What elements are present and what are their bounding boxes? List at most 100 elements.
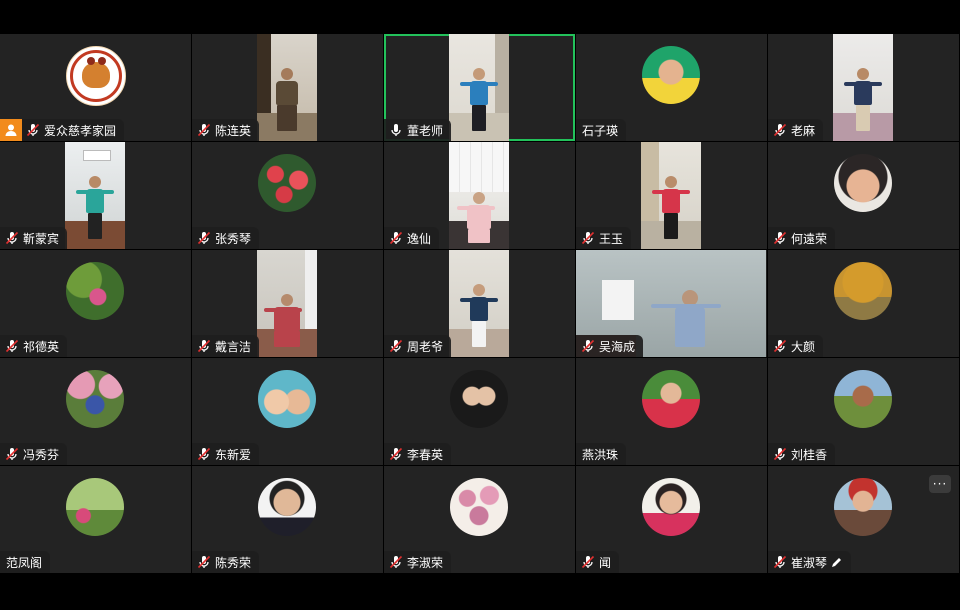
participant-avatar xyxy=(258,478,316,536)
participant-tile[interactable]: 戴言洁 xyxy=(192,250,383,357)
pencil-icon[interactable] xyxy=(831,556,843,568)
participant-label: 老麻 xyxy=(768,119,824,141)
participant-tile[interactable]: 东新爱 xyxy=(192,358,383,465)
participant-avatar xyxy=(66,262,124,320)
participant-name: 逸仙 xyxy=(407,231,432,246)
participant-avatar xyxy=(834,262,892,320)
participant-tile[interactable]: 大颜 xyxy=(768,250,959,357)
participant-label: 刘桂香 xyxy=(768,443,836,465)
participant-tile[interactable]: 范凤阁 xyxy=(0,466,191,573)
mic-muted-icon xyxy=(197,447,211,461)
participant-avatar xyxy=(642,370,700,428)
video-feed xyxy=(833,34,893,141)
video-feed xyxy=(449,34,509,141)
participant-avatar xyxy=(450,478,508,536)
participant-tile[interactable]: 燕洪珠 xyxy=(576,358,767,465)
participant-label: 周老爷 xyxy=(384,335,452,357)
mic-muted-icon xyxy=(773,231,787,245)
participant-name: 王玉 xyxy=(599,231,624,246)
participant-tile[interactable]: 李春英 xyxy=(384,358,575,465)
mic-muted-icon xyxy=(389,447,403,461)
participant-tile[interactable]: 李淑荣 xyxy=(384,466,575,573)
more-options-button[interactable]: ··· xyxy=(929,475,951,493)
participant-tile[interactable]: ··· 崔淑琴 xyxy=(768,466,959,573)
participant-tile[interactable]: 刘桂香 xyxy=(768,358,959,465)
participant-name: 李春英 xyxy=(407,447,444,462)
participant-label: 崔淑琴 xyxy=(768,551,852,573)
mic-muted-icon xyxy=(389,555,403,569)
top-bar xyxy=(0,0,960,34)
video-feed xyxy=(449,142,509,249)
video-feed xyxy=(641,142,701,249)
participant-avatar xyxy=(258,370,316,428)
participant-name: 陈秀荣 xyxy=(215,555,252,570)
bottom-bar xyxy=(0,575,960,610)
participant-name: 石子瑛 xyxy=(582,123,619,138)
participant-tile-active-speaker[interactable]: 董老师 xyxy=(384,34,575,141)
participant-label: 李淑荣 xyxy=(384,551,452,573)
participant-label: 冯秀芬 xyxy=(0,443,68,465)
participant-name: 李淑荣 xyxy=(407,555,444,570)
participant-label: 吴海成 xyxy=(576,335,644,357)
participant-label: 爱众慈孝家园 xyxy=(0,119,125,141)
participant-label: 戴言洁 xyxy=(192,335,260,357)
participant-name: 冯秀芬 xyxy=(23,447,60,462)
participant-tile[interactable]: 靳蒙宾 xyxy=(0,142,191,249)
mic-muted-icon xyxy=(773,339,787,353)
participant-avatar xyxy=(834,478,892,536)
participant-label: 石子瑛 xyxy=(576,119,627,141)
mic-muted-icon xyxy=(773,447,787,461)
participant-avatar xyxy=(642,478,700,536)
mic-muted-icon xyxy=(581,555,595,569)
video-feed xyxy=(65,142,125,249)
person-icon xyxy=(0,119,22,141)
participant-label: 张秀琴 xyxy=(192,227,260,249)
participant-tile[interactable]: 祁德英 xyxy=(0,250,191,357)
video-feed xyxy=(449,250,509,357)
video-feed xyxy=(257,34,317,141)
participant-tile[interactable]: 张秀琴 xyxy=(192,142,383,249)
participant-tile[interactable]: 闻 xyxy=(576,466,767,573)
participant-tile[interactable]: 爱众慈孝家园 xyxy=(0,34,191,141)
participant-label: 东新爱 xyxy=(192,443,260,465)
participant-avatar xyxy=(258,154,316,212)
participant-name: 崔淑琴 xyxy=(791,555,828,570)
participant-avatar xyxy=(642,46,700,104)
participant-label: 逸仙 xyxy=(384,227,440,249)
mic-muted-icon xyxy=(581,339,595,353)
participant-tile[interactable]: 周老爷 xyxy=(384,250,575,357)
participant-tile[interactable]: 石子瑛 xyxy=(576,34,767,141)
participant-tile[interactable]: 冯秀芬 xyxy=(0,358,191,465)
mic-muted-icon xyxy=(773,123,787,137)
mic-muted-icon xyxy=(26,123,40,137)
participant-avatar xyxy=(834,370,892,428)
participant-tile[interactable]: 何遠荣 xyxy=(768,142,959,249)
participant-label: 祁德英 xyxy=(0,335,68,357)
participant-label: 范凤阁 xyxy=(0,551,51,573)
participant-name: 靳蒙宾 xyxy=(23,231,60,246)
participant-name: 董老师 xyxy=(407,123,444,138)
participant-tile[interactable]: 老麻 xyxy=(768,34,959,141)
participant-tile[interactable]: 陈连英 xyxy=(192,34,383,141)
participant-avatar xyxy=(66,370,124,428)
mic-muted-icon xyxy=(197,339,211,353)
org-logo xyxy=(66,46,126,106)
participant-name: 老麻 xyxy=(791,123,816,138)
participant-tile[interactable]: 吴海成 xyxy=(576,250,767,357)
participant-grid: 爱众慈孝家园 陈连英 董老师 石子瑛 老麻 靳蒙宾 张秀琴 逸仙 王玉 何遠荣 … xyxy=(0,34,960,575)
participant-tile[interactable]: 王玉 xyxy=(576,142,767,249)
mic-muted-icon xyxy=(5,231,19,245)
mic-muted-icon xyxy=(773,555,787,569)
participant-name: 戴言洁 xyxy=(215,339,252,354)
participant-name: 周老爷 xyxy=(407,339,444,354)
participant-label: 何遠荣 xyxy=(768,227,836,249)
participant-label: 王玉 xyxy=(576,227,632,249)
participant-label: 大颜 xyxy=(768,335,824,357)
participant-name: 祁德英 xyxy=(23,339,60,354)
participant-tile[interactable]: 陈秀荣 xyxy=(192,466,383,573)
mic-muted-icon xyxy=(197,555,211,569)
participant-name: 何遠荣 xyxy=(791,231,828,246)
mic-muted-icon xyxy=(197,231,211,245)
participant-avatar xyxy=(66,478,124,536)
participant-tile[interactable]: 逸仙 xyxy=(384,142,575,249)
